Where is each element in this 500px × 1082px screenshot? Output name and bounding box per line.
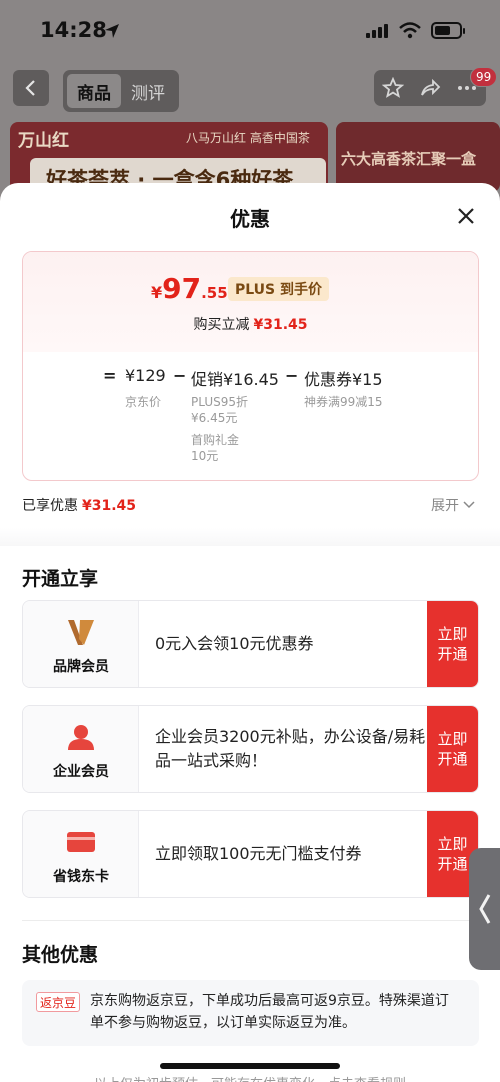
- coupon-amount: 优惠券¥15: [304, 370, 383, 389]
- jd-price-label: 京东价: [125, 395, 162, 409]
- banner-brand: 万山红: [18, 131, 69, 151]
- banner-slogan: 八马万山红 高香中国茶: [186, 131, 310, 145]
- promo-detail-1b: ¥6.45元: [191, 411, 238, 425]
- open-section-title: 开通立享: [22, 568, 99, 590]
- signal-icon: [366, 24, 388, 38]
- reduce-label: 购买立减: [193, 317, 250, 333]
- price-currency: ¥: [151, 283, 163, 302]
- membership-label: 企业会员: [53, 764, 109, 780]
- jd-price: ¥129: [125, 366, 166, 385]
- price-summary: ¥ 97 .55 PLUS 到手价 购买立减 ¥31.45: [23, 252, 478, 352]
- share-icon[interactable]: [419, 77, 441, 99]
- status-time: 14:28: [40, 18, 107, 42]
- promo-detail-2b: 10元: [191, 449, 219, 463]
- coupon-detail: 神券满99减15: [304, 395, 383, 409]
- location-arrow-icon: [105, 24, 119, 38]
- chevron-down-icon: [463, 501, 475, 509]
- membership-savings-badge: 省钱东卡: [23, 811, 139, 897]
- jingdou-rebate-box: 返京豆 京东购物返京豆，下单成功后最高可返9京豆。特殊渠道订单不参与购物返豆，以…: [22, 980, 479, 1046]
- expand-button[interactable]: 展开: [431, 495, 475, 515]
- enjoyed-amount: ¥31.45: [82, 498, 137, 514]
- footnote[interactable]: 以上仅为初步预估，可能存在优惠变化，点击查看规则: [0, 1073, 500, 1082]
- membership-desc: 企业会员3200元补贴，办公设备/易耗品一站式采购！: [155, 727, 426, 770]
- minus-sign: −: [173, 366, 187, 385]
- enjoyed-discount: 已享优惠 ¥31.45: [22, 495, 136, 515]
- star-icon[interactable]: [381, 77, 404, 99]
- membership-card-brand: 品牌会员 0元入会领10元优惠券 立即开通: [22, 600, 479, 688]
- membership-label: 省钱东卡: [53, 869, 109, 885]
- product-banner-left: 万山红 八马万山红 高香中国茶 好茶荟萃 · 一盒含6种好茶: [10, 122, 328, 192]
- open-membership-button[interactable]: 立即开通: [427, 706, 478, 792]
- chevron-left-icon: [25, 80, 35, 96]
- minus-sign-2: −: [285, 366, 299, 385]
- product-banner-right: 六大高香茶汇聚一盒: [336, 122, 500, 192]
- membership-desc: 立即领取100元无门槛支付券: [155, 844, 362, 863]
- battery-icon: [431, 22, 465, 39]
- discount-sheet: 优惠 ¥ 97 .55 PLUS 到手价 购买立减 ¥31.45 = ¥129 京…: [0, 183, 500, 1082]
- status-bar: 14:28: [0, 0, 500, 62]
- promo-detail-2a: 首购礼金: [191, 433, 240, 447]
- membership-brand-badge: 品牌会员: [23, 601, 139, 687]
- section-separator: [22, 920, 479, 921]
- membership-enterprise-badge: 企业会员: [23, 706, 139, 792]
- membership-card-enterprise: 企业会员 企业会员3200元补贴，办公设备/易耗品一站式采购！ 立即开通: [22, 705, 479, 793]
- promo-detail-1a: PLUS95折: [191, 395, 248, 409]
- plus-price-tag: PLUS 到手价: [228, 277, 330, 301]
- home-indicator: [160, 1063, 340, 1069]
- instant-reduction: 购买立减 ¥31.45: [23, 314, 478, 334]
- price-breakdown-card: ¥ 97 .55 PLUS 到手价 购买立减 ¥31.45 = ¥129 京东价 …: [22, 251, 479, 481]
- rebate-text: 京东购物返京豆，下单成功后最高可返9京豆。特殊渠道订单不参与购物返豆，以订单实际…: [90, 993, 449, 1031]
- back-button[interactable]: [13, 70, 49, 106]
- tab-product[interactable]: 商品: [67, 74, 121, 108]
- reduce-amount: ¥31.45: [253, 317, 308, 333]
- chevron-left-icon: [478, 894, 490, 924]
- brand-v-icon: [68, 620, 94, 645]
- card-icon: [67, 832, 95, 852]
- other-section-title: 其他优惠: [22, 944, 99, 966]
- section-divider: [0, 528, 500, 546]
- promo-amount: 促销¥16.45: [191, 370, 279, 389]
- price-calculation: = ¥129 京东价 − 促销¥16.45 PLUS95折 ¥6.45元 首购礼…: [23, 362, 478, 480]
- open-membership-button[interactable]: 立即开通: [427, 601, 478, 687]
- banner-right-headline: 六大高香茶汇聚一盒: [341, 150, 477, 168]
- sheet-title: 优惠: [230, 207, 270, 231]
- equals-sign: =: [103, 366, 117, 385]
- tab-review[interactable]: 测评: [121, 74, 175, 108]
- expand-label: 展开: [431, 498, 459, 514]
- price-integer: 97: [162, 272, 202, 305]
- rebate-tag: 返京豆: [36, 992, 81, 1012]
- membership-card-savings: 省钱东卡 立即领取100元无门槛支付券 立即开通: [22, 810, 479, 898]
- membership-label: 品牌会员: [53, 659, 109, 675]
- enjoyed-label: 已享优惠: [22, 498, 78, 514]
- membership-desc: 0元入会领10元优惠券: [155, 634, 314, 653]
- product-tabs: 商品 测评: [63, 70, 179, 112]
- close-icon[interactable]: [455, 205, 477, 227]
- person-icon: [68, 725, 94, 750]
- side-drawer-tab[interactable]: [469, 848, 500, 970]
- final-price: ¥ 97 .55: [151, 272, 228, 305]
- message-count-badge: 99: [470, 67, 498, 87]
- price-decimal: .55: [201, 284, 228, 302]
- wifi-icon: [399, 22, 421, 39]
